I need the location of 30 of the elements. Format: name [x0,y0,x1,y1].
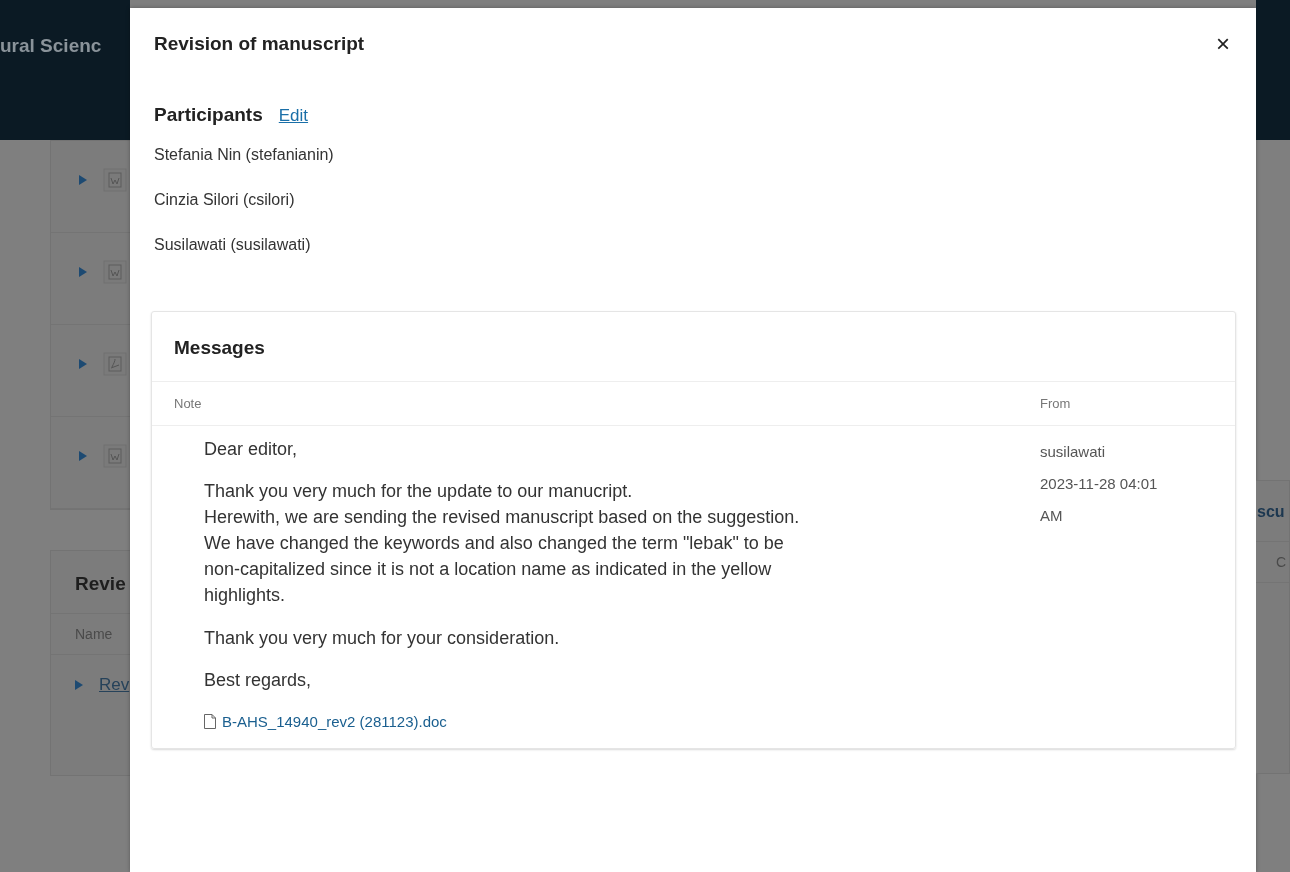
sender-name: susilawati [1040,442,1107,462]
expand-icon[interactable] [79,266,87,277]
pdf-file-icon [103,351,127,376]
message-paragraph: Best regards, [204,668,313,692]
message-date: 2023-11-28 04:01 AM [1040,474,1159,526]
message-paragraph: Thank you very much for your consideration. [204,626,561,650]
panel-title: Revie [74,572,127,596]
attachment-link[interactable]: B-AHS_14940_rev2 (281123).doc [204,712,1040,730]
expand-icon[interactable] [79,450,87,461]
discussion-label: scu [1256,502,1286,522]
document-file-icon [103,443,127,468]
close-button[interactable]: × [1210,30,1236,58]
message-paragraph: Dear editor, [204,438,299,461]
edit-link[interactable]: Edit [278,106,309,126]
modal-title: Revision of manuscript [154,33,365,55]
document-file-icon [103,259,127,284]
participant-name: Stefania Nin (stefanianin) [153,144,335,165]
expand-icon[interactable] [75,680,83,690]
site-title: ural Scienc [0,35,102,57]
file-icon [204,713,216,729]
participants-heading: Participants [154,104,263,126]
messages-title: Messages [152,312,1235,382]
column-header: Note [174,396,203,411]
document-file-icon [103,167,127,192]
column-header: From [1040,396,1072,411]
expand-icon[interactable] [79,174,87,185]
expand-icon[interactable] [79,358,87,369]
message-paragraph: Thank you very much for the update to our manucript. Herewith, we are sending the revised manuscript based on the suggestion. We have changed the keywords and also changed the term "lebak" to be non-capitalized since it is not a location name as indicated in the yellow highlights. [204,480,801,608]
participant-name: Susilawati (susilawati) [153,234,312,255]
participant-name: Cinzia Silori (csilori) [153,189,296,210]
